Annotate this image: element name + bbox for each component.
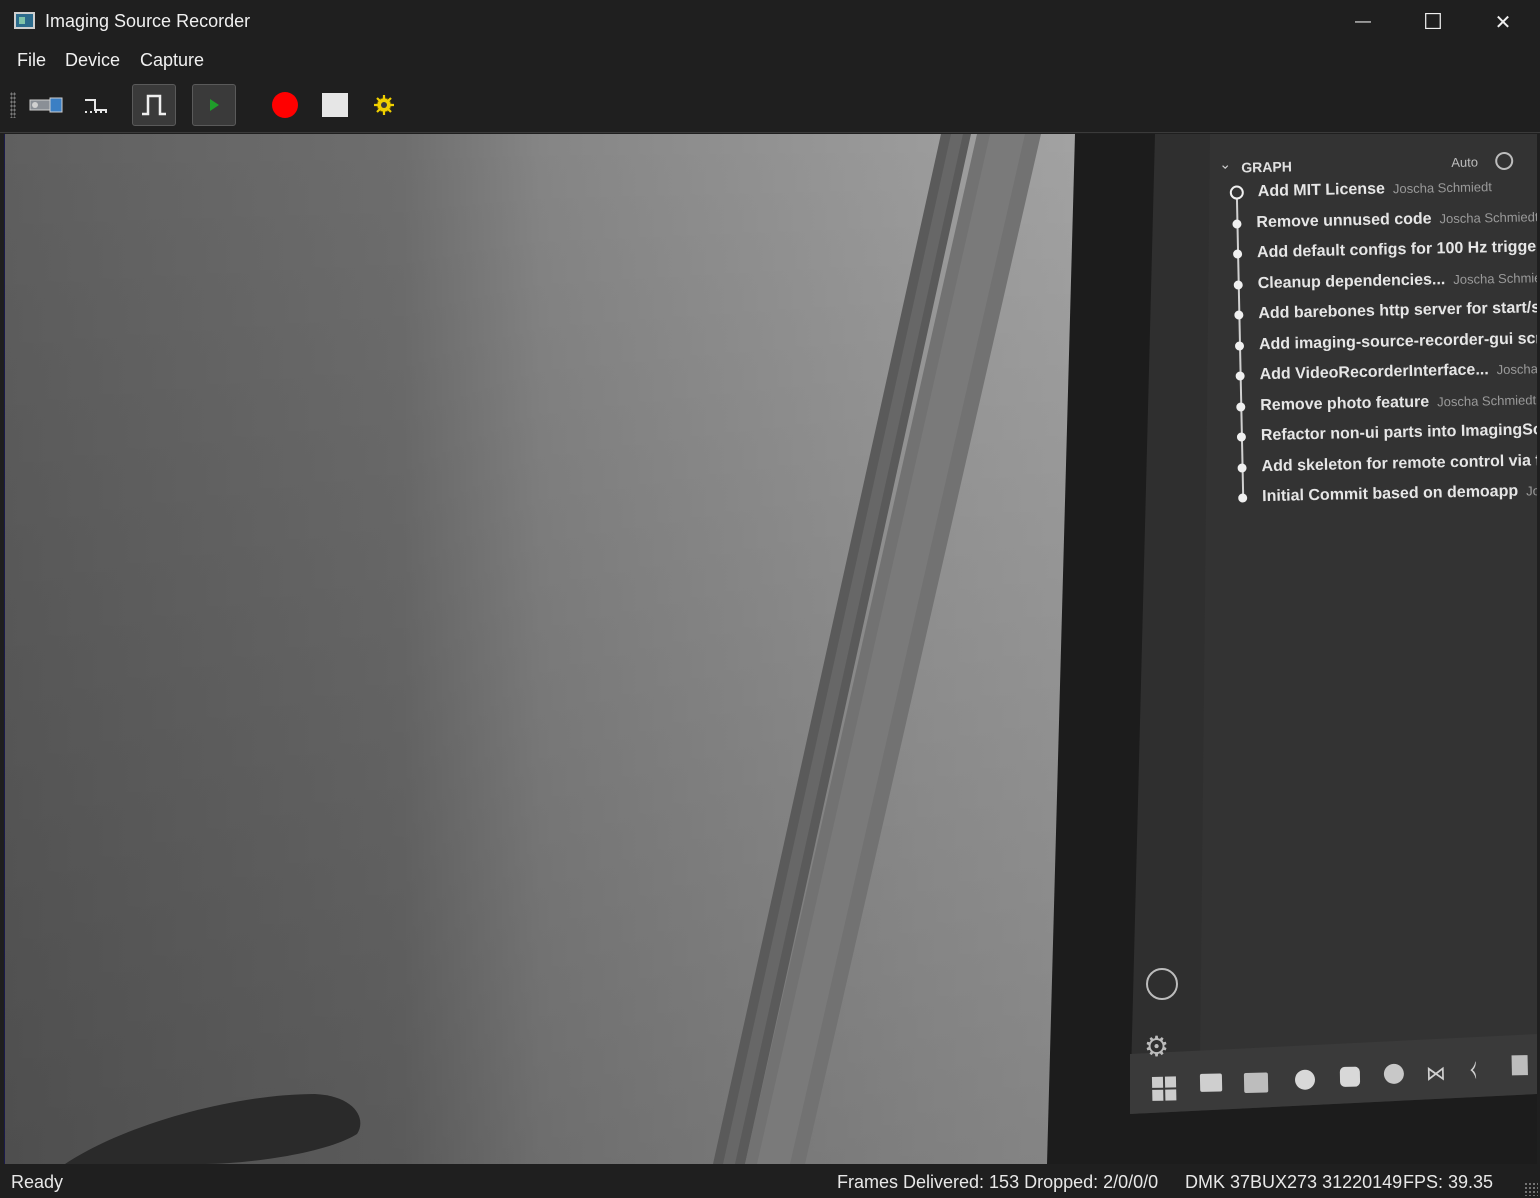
- record-icon: [272, 92, 298, 118]
- commit-message: Add barebones http server for start/stop: [1258, 298, 1537, 323]
- commit-row: Add MIT License Joscha Schmiedt: [1258, 178, 1492, 201]
- menu-bar: File Device Capture: [0, 44, 1540, 78]
- toolbar: [0, 78, 1540, 133]
- auto-label: Auto: [1451, 154, 1479, 171]
- frames-status: Frames Delivered: 153 Dropped: 2/0/0/0: [837, 1172, 1159, 1192]
- commit-author: Joscha Schmiedt: [1453, 269, 1537, 287]
- app-icon-3: [1383, 1063, 1405, 1085]
- status-state: Ready: [11, 1172, 64, 1192]
- commit-author: Joscha Sch: [1496, 361, 1537, 378]
- pulse-trigger-button[interactable]: [132, 84, 176, 126]
- commit-message: Add VideoRecorderInterface...: [1259, 361, 1489, 384]
- maximize-button[interactable]: ☐: [1398, 0, 1468, 44]
- status-bar: Ready Frames Delivered: 153 Dropped: 2/0…: [0, 1164, 1540, 1198]
- commit-row: Add barebones http server for start/stop: [1258, 299, 1537, 324]
- graph-panel: ⌄ GRAPH Auto Add MIT License Joscha Schmi…: [1215, 147, 1537, 554]
- close-button[interactable]: ✕: [1468, 0, 1538, 44]
- commit-dot: [1236, 432, 1247, 442]
- commit-dot: [1235, 371, 1245, 381]
- toolbar-grip[interactable]: [10, 92, 16, 118]
- app-icon: [14, 12, 35, 29]
- stop-icon: [322, 93, 348, 117]
- settings-gear-icon: [374, 95, 394, 115]
- commit-dot: [1238, 493, 1248, 503]
- maximize-icon: ☐: [1423, 9, 1443, 34]
- select-device-button[interactable]: [24, 84, 68, 126]
- commit-head-marker: [1229, 185, 1244, 200]
- menu-capture[interactable]: Capture: [140, 50, 204, 71]
- commit-row: Remove photo feature Joscha Schmiedt: [1260, 391, 1536, 415]
- app-icon-2: [1339, 1066, 1361, 1087]
- commit-row: Initial Commit based on demoapp Joscha: [1262, 482, 1537, 506]
- commit-message: Initial Commit based on demoapp: [1262, 482, 1519, 506]
- fps-status: FPS: 39.35: [1403, 1172, 1494, 1192]
- menu-file[interactable]: File: [17, 50, 46, 71]
- camera-preview[interactable]: ⌄ GRAPH Auto Add MIT License Joscha Schmi…: [4, 134, 1537, 1164]
- account-icon: [1146, 968, 1178, 1000]
- commit-dot: [1233, 279, 1243, 290]
- task-view-icon: [1199, 1073, 1223, 1092]
- commit-row: Cleanup dependencies... Joscha Schmiedt: [1258, 268, 1537, 292]
- pulse-trigger-icon: [142, 94, 166, 116]
- minimize-icon: —: [1355, 13, 1371, 30]
- manage-gear-icon: ⚙: [1144, 1031, 1170, 1062]
- title-bar: Imaging Source Recorder — ☐ ✕: [0, 0, 1540, 44]
- windows-start-icon: [1151, 1076, 1177, 1101]
- resize-grip-icon[interactable]: [1524, 1182, 1538, 1196]
- trigger-mode-icon: [85, 99, 107, 113]
- commit-row: Add imaging-source-recorder-gui script: [1259, 329, 1537, 353]
- commit-message: Add skeleton for remote control via fast…: [1261, 451, 1537, 475]
- monitor-taskbar: ⋈ ⧼: [1150, 1055, 1531, 1103]
- app-icon-1: [1294, 1069, 1316, 1090]
- commit-dot: [1236, 401, 1246, 412]
- minimize-button[interactable]: —: [1328, 0, 1398, 44]
- commit-dot: [1233, 249, 1243, 259]
- live-play-button[interactable]: [192, 84, 236, 126]
- commit-row: Add VideoRecorderInterface... Joscha Sch: [1259, 360, 1537, 384]
- commit-author: Joscha: [1526, 482, 1537, 499]
- trigger-mode-button[interactable]: [74, 84, 118, 126]
- device-status: DMK 37BUX273 31220149: [1185, 1172, 1403, 1192]
- commit-row: Add skeleton for remote control via fast…: [1261, 451, 1537, 476]
- commit-row: Add default configs for 100 Hz triggered: [1257, 238, 1537, 263]
- chevron-down-icon: ⌄: [1219, 155, 1232, 172]
- graph-header: GRAPH: [1241, 158, 1293, 176]
- commit-message: Refactor non-ui parts into ImagingSource: [1260, 420, 1537, 445]
- menu-device[interactable]: Device: [65, 50, 120, 71]
- commit-author: Joscha Schmiedt: [1392, 179, 1493, 197]
- app-icon-4: [1511, 1055, 1528, 1076]
- stop-button[interactable]: [313, 84, 357, 126]
- commit-dot: [1232, 218, 1242, 229]
- commit-row: Refactor non-ui parts into ImagingSource: [1261, 420, 1537, 445]
- commit-dot: [1237, 462, 1247, 473]
- target-icon: [1495, 151, 1514, 171]
- commit-author: Joscha Schmiedt: [1436, 391, 1537, 409]
- close-icon: ✕: [1494, 11, 1512, 34]
- play-icon: [210, 99, 219, 111]
- commit-message: Cleanup dependencies...: [1257, 270, 1446, 292]
- commit-message: Add MIT License: [1257, 180, 1386, 201]
- commit-message: Add imaging-source-recorder-gui script: [1258, 329, 1537, 353]
- visual-studio-icon: ⋈: [1425, 1062, 1447, 1086]
- commit-message: Remove unnused code: [1256, 209, 1432, 231]
- commit-author: Joscha Schmiedt: [1439, 208, 1537, 226]
- commit-dot: [1234, 310, 1244, 320]
- record-button[interactable]: [263, 84, 307, 126]
- file-explorer-icon: [1243, 1072, 1269, 1094]
- commit-message: Add default configs for 100 Hz triggered: [1256, 237, 1537, 262]
- commit-row: Remove unnused code Joscha Schmiedt: [1256, 208, 1537, 232]
- window-title: Imaging Source Recorder: [45, 11, 251, 31]
- commit-message: Remove photo feature: [1260, 393, 1430, 414]
- properties-button[interactable]: [362, 84, 406, 126]
- camera-device-icon: [29, 97, 63, 113]
- commit-dot: [1234, 340, 1245, 351]
- vscode-icon: ⧼: [1469, 1058, 1478, 1081]
